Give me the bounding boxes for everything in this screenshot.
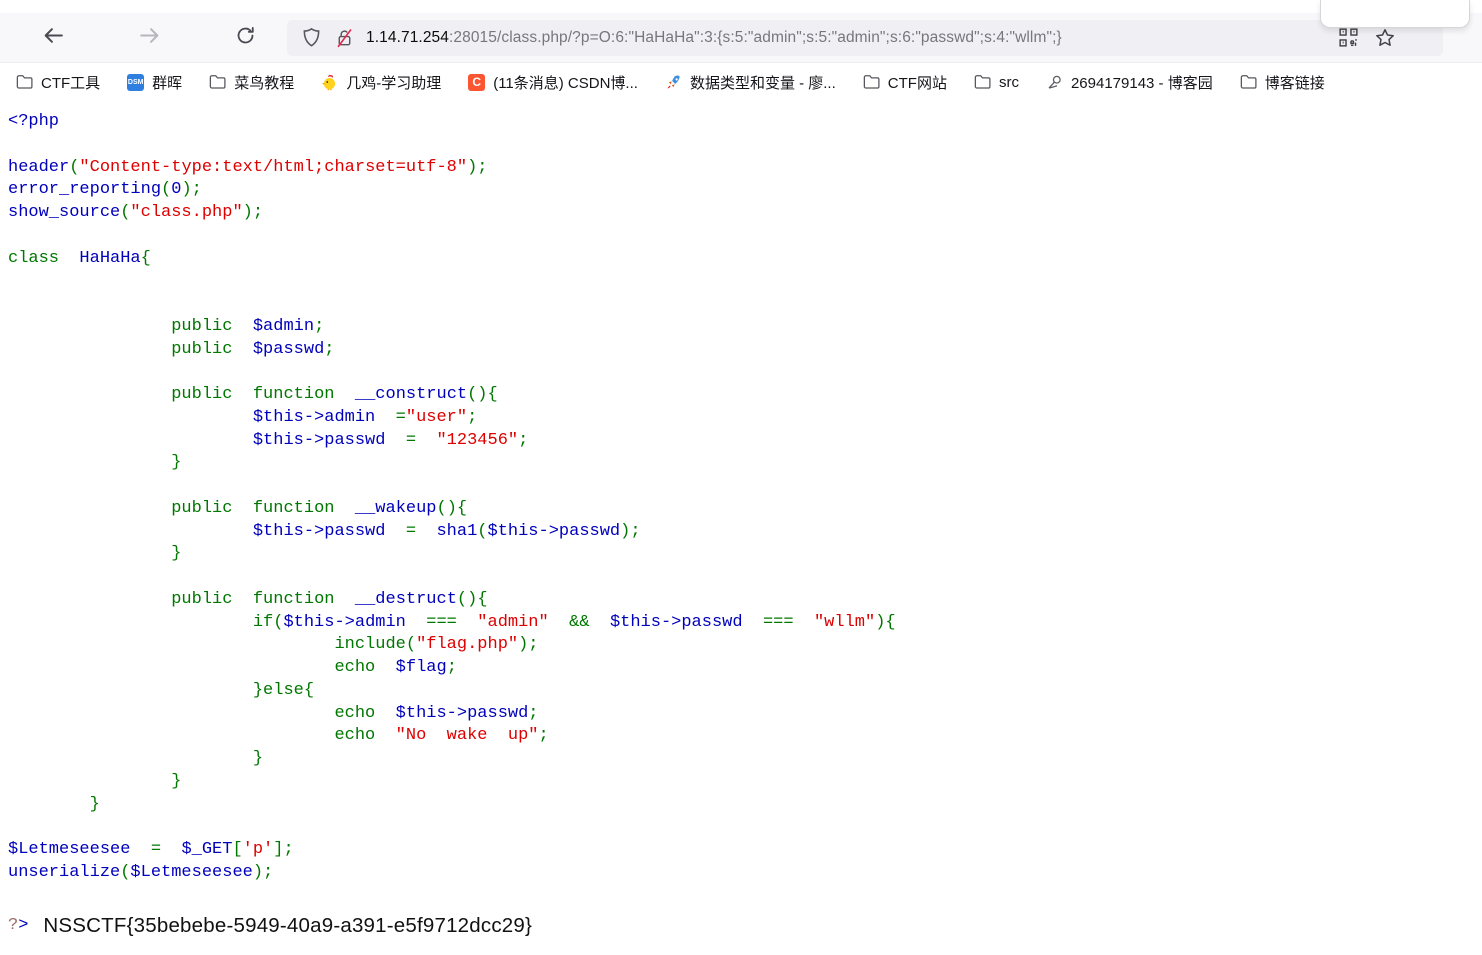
bookmark-item[interactable]: 2694179143 - 博客园 — [1046, 72, 1213, 93]
address-bar[interactable]: 1.14.71.254:28015/class.php/?p=O:6:"HaHa… — [287, 19, 1443, 56]
code-line: public $admin; — [171, 316, 325, 336]
forward-arrow-icon — [138, 24, 161, 52]
flag-text: NSSCTF{35bebebe-5949-40a9-a391-e5f9712dc… — [43, 913, 533, 937]
code-line: } — [171, 544, 182, 564]
php-source-code: <?php header("Content-type:text/html;cha… — [8, 111, 1482, 885]
code-line: if($this->admin === "admin" && $this->pa… — [252, 612, 896, 632]
folder-icon — [974, 74, 991, 90]
code-line: show_source("class.php"); — [8, 203, 264, 222]
bookmark-item[interactable]: 博客链接 — [1240, 72, 1325, 93]
code-line: public $passwd; — [171, 339, 335, 359]
reload-icon — [235, 25, 256, 51]
code-line: $this->passwd = "123456"; — [252, 430, 529, 450]
insecure-lock-icon[interactable] — [335, 28, 354, 48]
code-line: } — [171, 453, 182, 473]
folder-icon — [1240, 74, 1257, 90]
bookmark-item[interactable]: 菜鸟教程 — [209, 72, 294, 93]
code-line: echo $flag; — [334, 658, 457, 677]
folder-icon — [16, 74, 33, 90]
folder-icon — [863, 74, 880, 90]
bookmark-label: src — [998, 73, 1019, 91]
bookmark-label: 2694179143 - 博客园 — [1070, 74, 1213, 92]
url-path: :28015/class.php/?p=O:6:"HaHaHa":3:{s:5:… — [448, 28, 1062, 46]
bookmark-item[interactable]: DSM 群晖 — [127, 72, 182, 93]
url-domain: 1.14.71.254 — [366, 28, 449, 46]
code-line: $this->admin ="user"; — [252, 407, 478, 427]
code-line: <?php — [8, 112, 60, 131]
bookmark-item[interactable]: C (11条消息) CSDN博... — [468, 72, 638, 93]
bookmark-star-icon[interactable] — [1375, 28, 1395, 48]
code-line: $this->passwd = sha1($this->passwd); — [252, 521, 641, 541]
csdn-icon: C — [468, 73, 486, 91]
bookmark-label: 群晖 — [152, 74, 183, 92]
rocket-icon — [665, 74, 682, 91]
bookmark-label: (11条消息) CSDN博... — [493, 74, 638, 92]
cnblogs-icon — [1046, 74, 1063, 91]
forward-button[interactable] — [132, 21, 166, 55]
bookmark-label: 几鸡-学习助理 — [346, 74, 442, 92]
code-line: header("Content-type:text/html;charset=u… — [8, 157, 488, 177]
bookmark-label: 博客链接 — [1264, 74, 1325, 92]
bookmark-label: CTF工具 — [41, 74, 101, 92]
bookmarks-bar: CTF工具 DSM 群晖 菜鸟教程 几鸡-学习助理 C (11条消息) CSDN博... 数据… — [0, 63, 1482, 101]
back-arrow-icon — [42, 24, 65, 52]
tracking-shield-icon[interactable] — [301, 27, 322, 48]
chick-icon — [321, 74, 338, 91]
flag-line: ?> NSSCTF{35bebebe-5949-40a9-a391-e5f971… — [8, 911, 1482, 941]
bookmark-item[interactable]: 数据类型和变量 - 廖... — [665, 72, 836, 93]
page-content: <?php header("Content-type:text/html;cha… — [0, 111, 1482, 941]
bookmark-item[interactable]: CTF工具 — [16, 72, 100, 93]
qr-code-icon[interactable] — [1339, 28, 1358, 47]
code-line: } — [252, 749, 264, 768]
code-line: public function __wakeup(){ — [171, 498, 468, 518]
dsm-icon: DSM — [127, 73, 145, 91]
code-line: echo $this->passwd; — [334, 703, 539, 723]
folder-icon — [209, 74, 226, 90]
reload-button[interactable] — [228, 21, 262, 55]
bookmark-item[interactable]: 几鸡-学习助理 — [321, 72, 441, 93]
code-line: class HaHaHa{ — [8, 248, 151, 268]
browser-toolbar: 1.14.71.254:28015/class.php/?p=O:6:"HaHa… — [0, 13, 1482, 63]
code-line: }else{ — [252, 680, 315, 700]
code-line: include("flag.php"); — [334, 635, 539, 655]
php-close-tag: ?> — [8, 915, 29, 935]
bookmark-item[interactable]: src — [974, 74, 1019, 91]
code-line: $Letmeseesee = $_GET['p']; — [8, 840, 294, 859]
browser-chrome: 1.14.71.254:28015/class.php/?p=O:6:"HaHa… — [0, 0, 1482, 101]
popup-window-fragment — [1320, 0, 1470, 28]
back-button[interactable] — [36, 21, 70, 55]
code-line: unserialize($Letmeseesee); — [8, 862, 274, 882]
bookmark-label: 数据类型和变量 - 廖... — [689, 74, 836, 92]
url-input[interactable]: 1.14.71.254:28015/class.php/?p=O:6:"HaHa… — [366, 29, 1329, 47]
code-line: } — [171, 771, 182, 791]
code-line: } — [89, 794, 100, 814]
bookmark-label: 菜鸟教程 — [234, 74, 295, 92]
code-line: echo "No wake up"; — [334, 726, 549, 746]
code-line: public function __construct(){ — [171, 385, 498, 404]
code-line: public function __destruct(){ — [171, 589, 488, 609]
bookmark-item[interactable]: CTF网站 — [863, 72, 947, 93]
bookmark-label: CTF网站 — [887, 74, 947, 92]
code-line: error_reporting(0); — [8, 180, 202, 200]
window-top-strip — [0, 0, 1482, 13]
